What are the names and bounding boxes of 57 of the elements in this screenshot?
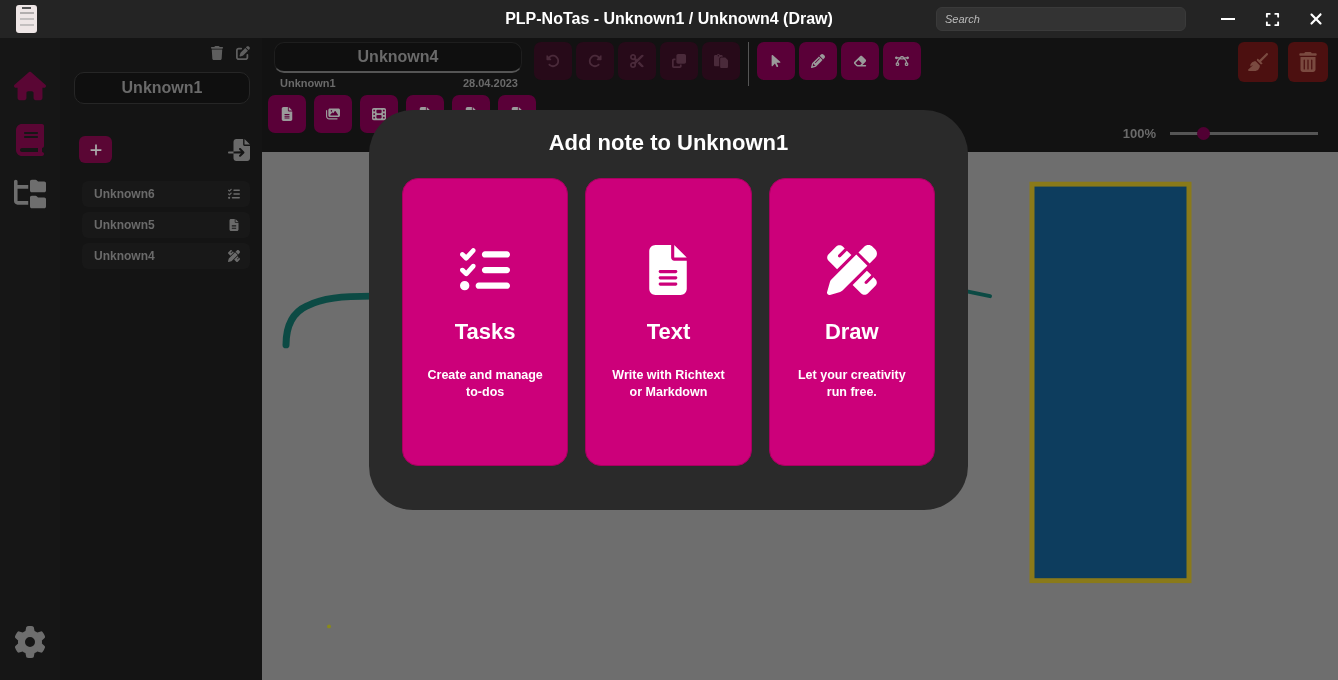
- copy-icon: [672, 54, 686, 68]
- settings-icon[interactable]: [14, 626, 46, 658]
- dialog-title: Add note to Unknown1: [548, 130, 789, 156]
- notebook-name-field[interactable]: Unknown1: [74, 72, 250, 104]
- note-date: 28.04.2023: [462, 77, 518, 89]
- redo-icon: [588, 54, 602, 68]
- images-icon: [326, 107, 340, 121]
- import-icon[interactable]: [228, 138, 250, 161]
- app-logo-icon: [14, 4, 38, 34]
- checklist-icon: [228, 188, 240, 200]
- pencil-ruler-icon: [228, 250, 240, 262]
- window-title: PLP-NoTas - Unknown1 / Unknown4 (Draw): [505, 10, 833, 28]
- trash-icon[interactable]: [210, 46, 224, 60]
- pencil-icon: [811, 54, 825, 68]
- attachment-button[interactable]: [314, 95, 352, 133]
- bezier-tool-button[interactable]: [883, 42, 921, 80]
- trash-icon: [1298, 52, 1318, 72]
- document-icon: [228, 219, 240, 231]
- zoom-reading: 100%: [1122, 125, 1156, 141]
- note-list-item[interactable]: Unknown6: [82, 181, 250, 207]
- card-description: Write with Richtext or Markdown: [611, 367, 726, 401]
- pointer-icon: [769, 54, 783, 68]
- card-description: Create and manage to-dos: [426, 367, 544, 401]
- attachment-button[interactable]: [268, 95, 306, 133]
- undo-icon: [546, 54, 560, 68]
- card-title: Text: [646, 319, 691, 345]
- card-title: Tasks: [454, 319, 516, 345]
- pencil-ruler-icon: [826, 245, 877, 295]
- minimize-icon: [1221, 18, 1235, 20]
- note-type-card[interactable]: Text Write with Richtext or Markdown: [585, 178, 752, 466]
- eraser-icon: [853, 54, 867, 68]
- note-list-item[interactable]: Unknown4: [82, 243, 250, 269]
- document-icon: [280, 107, 294, 121]
- slider-thumb[interactable]: [1196, 126, 1210, 140]
- film-icon: [372, 107, 386, 121]
- edit-icon[interactable]: [236, 46, 250, 60]
- notebook-label: Unknown1: [280, 77, 336, 89]
- close-icon: [1307, 10, 1325, 28]
- note-title-field[interactable]: Unknown4: [274, 42, 522, 73]
- search-field[interactable]: Search: [936, 7, 1186, 31]
- select-tool-button[interactable]: [757, 42, 795, 80]
- note-list-item[interactable]: Unknown5: [82, 212, 250, 238]
- eraser-tool-button[interactable]: [841, 42, 879, 80]
- note-type-card[interactable]: Draw Let your creativity run free.: [768, 178, 935, 466]
- card-description: Let your creativity run free.: [796, 367, 907, 401]
- maximize-icon: [1264, 11, 1280, 27]
- bezier-curve-icon: [895, 54, 909, 68]
- paste-icon: [714, 54, 728, 68]
- add-note-button[interactable]: [79, 136, 112, 163]
- card-title: Draw: [824, 319, 879, 345]
- folder-tree-icon[interactable]: [14, 178, 46, 210]
- scissors-icon: [630, 54, 644, 68]
- pen-tool-button[interactable]: [799, 42, 837, 80]
- plus-icon: [88, 142, 103, 157]
- dot-mark: [327, 624, 331, 629]
- note-type-card[interactable]: Tasks Create and manage to-dos: [402, 178, 569, 466]
- broom-icon: [1248, 52, 1268, 72]
